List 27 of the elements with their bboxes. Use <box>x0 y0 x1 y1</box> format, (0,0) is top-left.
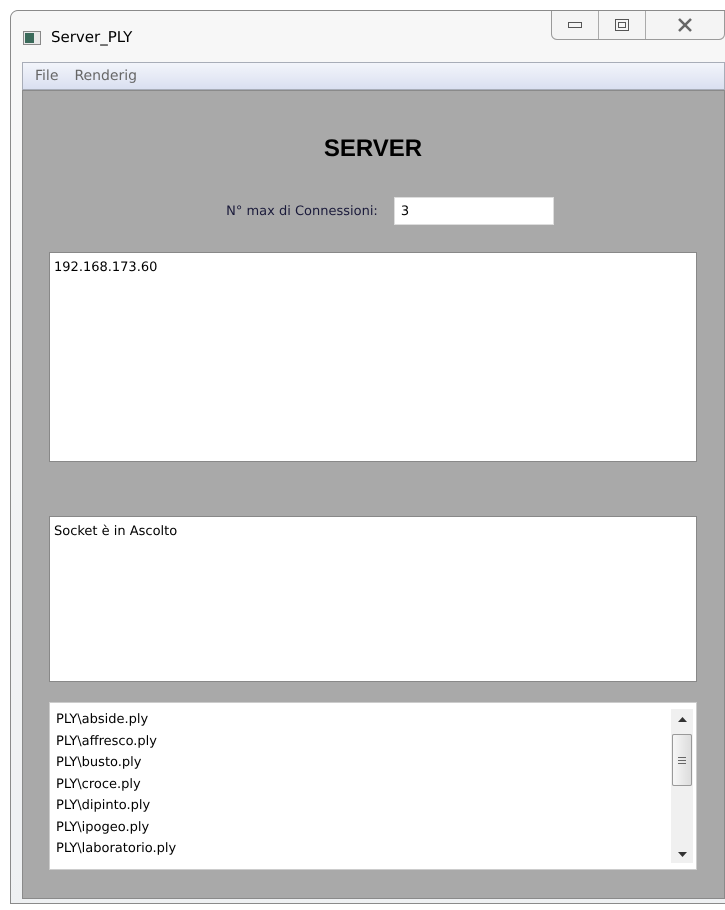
text-line: 192.168.173.60 <box>54 259 158 276</box>
heading: SERVER <box>322 135 424 164</box>
menu-item[interactable]: Renderig <box>66 68 146 84</box>
scroll-thumb[interactable] <box>672 734 692 786</box>
text-area[interactable]: Socket è in Ascolto <box>49 516 697 682</box>
list-item[interactable]: PLY\laboratorio.ply <box>56 838 671 860</box>
text-area[interactable]: 192.168.173.60 <box>49 252 697 462</box>
list-item[interactable]: PLY\dipinto.ply <box>56 795 671 816</box>
list-item[interactable]: PLY\abside.ply <box>56 709 671 730</box>
input-field[interactable]: 3 <box>394 197 554 225</box>
list-item[interactable]: PLY\busto.ply <box>56 752 671 774</box>
maximize-icon <box>615 19 629 31</box>
list-box[interactable]: PLY\abside.ply PLY\affresco.ply PLY\busto.ply PLY\croce.ply PLY\dipinto.ply PLY\ipogeo.ply PLY\laboratorio.ply <box>49 702 697 870</box>
text-line: Socket è in Ascolto <box>54 523 178 540</box>
scroll-up-icon[interactable] <box>678 717 686 722</box>
close-icon <box>677 18 693 32</box>
list-item[interactable]: PLY\affresco.ply <box>56 730 671 752</box>
window-title: Server_PLY <box>51 28 132 46</box>
list-item[interactable]: PLY\croce.ply <box>56 774 671 795</box>
minimize-icon <box>568 22 582 28</box>
scroll-down-icon[interactable] <box>678 852 686 857</box>
list-item[interactable]: PLY\ipogeo.ply <box>56 816 671 838</box>
menu-item[interactable]: File <box>27 68 66 84</box>
grip-icon <box>678 756 686 764</box>
field-label: N° max di Connessioni: <box>226 204 378 218</box>
app-icon <box>23 31 41 45</box>
scrollbar[interactable] <box>671 709 693 863</box>
